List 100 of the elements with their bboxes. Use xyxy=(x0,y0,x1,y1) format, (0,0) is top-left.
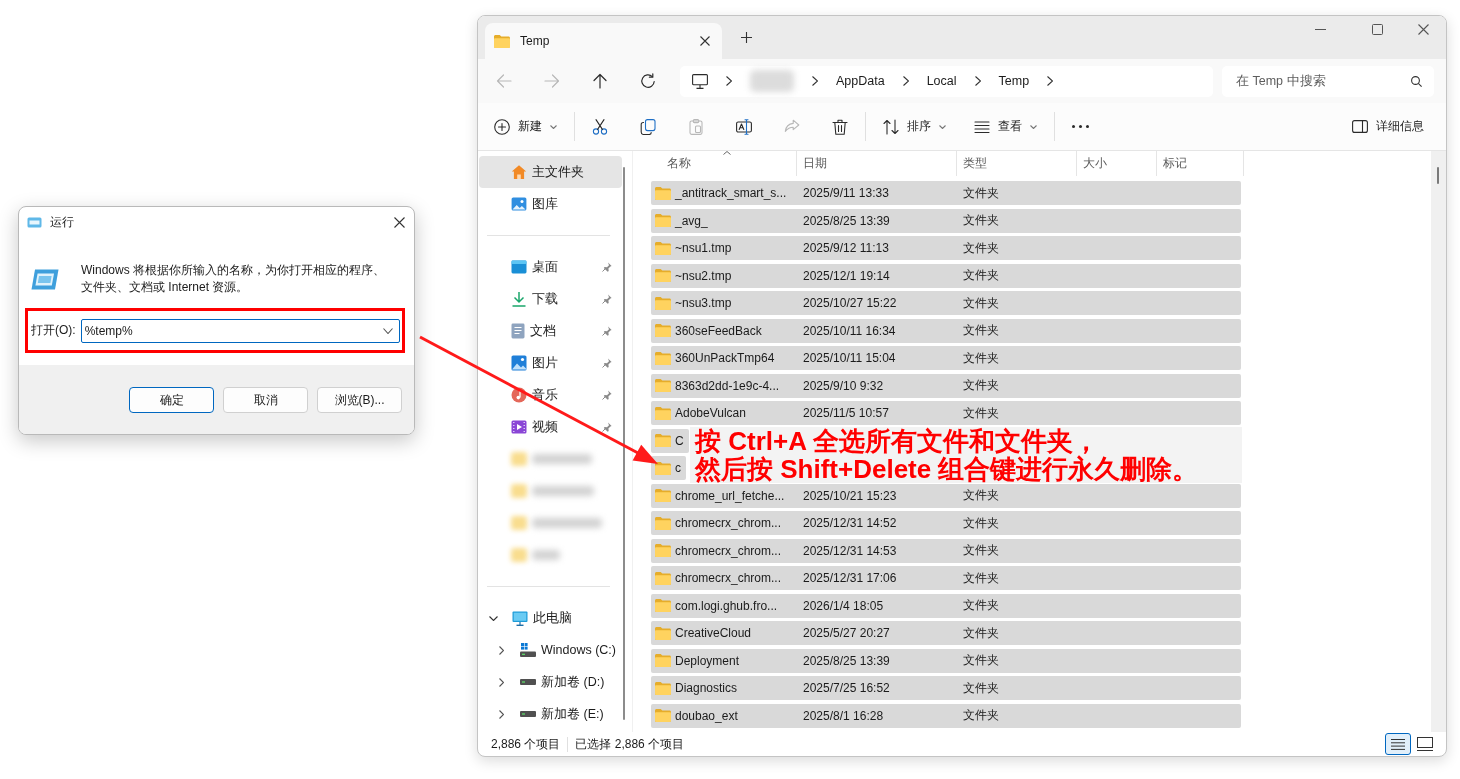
file-row[interactable]: AdobeVulcan 2025/11/5 10:57 文件夹 xyxy=(651,401,1241,425)
column-header[interactable]: 标记 xyxy=(1157,151,1244,176)
date-text: 2025/10/27 15:22 xyxy=(803,296,897,310)
tree-item[interactable]: Windows (C:) xyxy=(479,634,623,666)
chevron-down-icon[interactable] xyxy=(489,615,498,621)
type-text: 文件夹 xyxy=(963,625,999,640)
cancel-button[interactable]: 取消 xyxy=(223,387,308,413)
folder-icon xyxy=(655,214,671,227)
address-bar[interactable]: AppData Local Temp xyxy=(680,65,1213,97)
chevron-right-icon[interactable] xyxy=(974,76,981,86)
close-icon[interactable] xyxy=(1418,23,1429,35)
file-row[interactable]: _antitrack_smart_s... 2025/9/11 13:33 文件夹 xyxy=(651,181,1241,205)
view-mode-button[interactable] xyxy=(1385,733,1411,755)
chevron-down-icon[interactable] xyxy=(383,327,393,334)
file-row[interactable]: chromecrx_chrom... 2025/12/31 17:06 文件夹 xyxy=(651,566,1241,590)
date-text: 2025/10/11 15:04 xyxy=(803,351,896,365)
file-name: chromecrx_chrom... xyxy=(675,516,782,530)
breadcrumb-item[interactable]: Local xyxy=(926,74,957,88)
sidebar-item[interactable]: 视频 xyxy=(479,411,623,443)
chevron-right-icon[interactable] xyxy=(902,76,909,86)
file-row[interactable]: 360UnPackTmp64 2025/10/11 15:04 文件夹 xyxy=(651,346,1241,370)
column-header[interactable]: 日期 xyxy=(797,151,957,176)
file-row[interactable]: com.logi.ghub.fro... 2026/1/4 18:05 文件夹 xyxy=(651,593,1241,618)
file-row[interactable]: ~nsu1.tmp 2025/9/12 11:13 文件夹 xyxy=(651,236,1241,260)
folder-icon xyxy=(655,269,671,282)
new-button[interactable]: 新建 xyxy=(494,118,557,135)
text-box-icon[interactable] xyxy=(736,118,752,135)
type-text: 文件夹 xyxy=(963,240,999,255)
column-header[interactable]: 名称 xyxy=(651,151,797,176)
file-row[interactable]: ~nsu2.tmp 2025/12/1 19:14 文件夹 xyxy=(651,263,1241,288)
chevron-right-icon[interactable] xyxy=(499,677,504,687)
file-row[interactable]: CreativeCloud 2025/5/27 20:27 文件夹 xyxy=(651,621,1241,645)
pin-icon xyxy=(602,358,613,368)
sidebar-scrollbar[interactable] xyxy=(623,167,626,720)
file-row[interactable]: chromecrx_chrom... 2025/12/31 14:52 文件夹 xyxy=(651,511,1241,535)
type-text: 文件夹 xyxy=(963,570,999,585)
file-row[interactable]: chrome_url_fetche... 2025/10/21 15:23 文件夹 xyxy=(651,483,1241,508)
column-header[interactable]: 大小 xyxy=(1077,151,1157,176)
open-label: 打开(O): xyxy=(31,322,76,339)
copy-icon[interactable] xyxy=(640,118,656,135)
date-text: 2025/5/27 20:27 xyxy=(803,626,890,640)
file-row[interactable]: ~nsu3.tmp 2025/10/27 15:22 文件夹 xyxy=(651,291,1241,315)
date-text: 2025/9/12 11:13 xyxy=(803,241,889,255)
tree-item[interactable]: 新加卷 (D:) xyxy=(479,666,623,698)
file-row[interactable]: C xyxy=(651,428,689,453)
type-text: 文件夹 xyxy=(963,213,999,227)
search-field[interactable]: 在 Temp 中搜索 xyxy=(1222,65,1434,97)
file-row[interactable]: c xyxy=(651,456,686,480)
file-row[interactable]: 360seFeedBack 2025/10/11 16:34 文件夹 xyxy=(651,318,1241,343)
date-text: 2026/1/4 18:05 xyxy=(803,598,884,613)
refresh-icon[interactable] xyxy=(640,73,656,89)
sort-button[interactable]: 排序 xyxy=(883,118,946,135)
file-row[interactable]: _avg_ 2025/8/25 13:39 文件夹 xyxy=(651,208,1241,233)
ok-button[interactable]: 确定 xyxy=(129,387,214,413)
file-row[interactable]: doubao_ext 2025/8/1 16:28 文件夹 xyxy=(651,703,1241,728)
chevron-right-icon[interactable] xyxy=(1047,76,1054,86)
folder-icon xyxy=(655,186,671,200)
file-row[interactable]: chromecrx_chrom... 2025/12/31 14:53 文件夹 xyxy=(651,538,1241,563)
sidebar-item[interactable]: 图片 xyxy=(479,347,623,379)
list-scrollbar[interactable] xyxy=(1431,151,1446,732)
dialog-title: 运行 xyxy=(50,213,74,231)
chevron-right-icon[interactable] xyxy=(499,645,504,655)
tab[interactable]: Temp xyxy=(485,23,722,59)
column-header[interactable]: 类型 xyxy=(957,151,1077,176)
sidebar-item[interactable]: 文档 xyxy=(479,315,623,347)
plus-icon[interactable] xyxy=(741,32,752,43)
sidebar-item[interactable]: 图库 xyxy=(479,188,623,220)
search-icon[interactable] xyxy=(1411,75,1422,87)
breadcrumb-item[interactable]: Temp xyxy=(998,74,1030,88)
chevron-right-icon[interactable] xyxy=(812,76,818,86)
breadcrumb-item[interactable]: AppData xyxy=(836,74,885,88)
sidebar-item[interactable]: 桌面 xyxy=(479,251,623,283)
close-icon[interactable] xyxy=(394,216,405,228)
tree-item[interactable]: 此电脑 xyxy=(479,602,623,634)
sidebar-item[interactable]: 下载 xyxy=(479,283,623,315)
pin-icon xyxy=(602,422,613,432)
chevron-right-icon[interactable] xyxy=(726,76,732,86)
file-name: c xyxy=(675,461,681,475)
scrollbar-thumb[interactable] xyxy=(1437,167,1439,184)
browse-button[interactable]: 浏览(B)... xyxy=(317,387,402,413)
file-row[interactable]: Deployment 2025/8/25 13:39 文件夹 xyxy=(651,648,1241,673)
maximize-icon[interactable] xyxy=(1372,23,1383,35)
minimize-icon[interactable] xyxy=(1315,28,1326,30)
chevron-right-icon[interactable] xyxy=(499,709,504,719)
open-combo-box[interactable]: %temp% xyxy=(80,318,400,343)
details-pane-button[interactable]: 详细信息 xyxy=(1352,118,1424,135)
up-arrow-icon[interactable] xyxy=(592,73,608,89)
blurred-text-drawing xyxy=(750,70,794,92)
tree-item[interactable]: 新加卷 (E:) xyxy=(479,698,623,730)
file-row[interactable]: Diagnostics 2025/7/25 16:52 文件夹 xyxy=(651,676,1241,700)
scissors-icon[interactable] xyxy=(592,118,608,135)
date-text: 2025/12/31 17:06 xyxy=(803,571,897,585)
more-icon[interactable] xyxy=(1072,125,1089,128)
sidebar-item[interactable]: 主文件夹 xyxy=(479,156,623,188)
close-icon[interactable] xyxy=(700,36,710,46)
trash-icon[interactable] xyxy=(832,118,848,135)
view-button[interactable]: 查看 xyxy=(974,118,1037,135)
file-name: chromecrx_chrom... xyxy=(675,571,782,585)
file-row[interactable]: 8363d2dd-1e9c-4... 2025/9/10 9:32 文件夹 xyxy=(651,373,1241,398)
monitor-icon[interactable] xyxy=(692,73,708,89)
